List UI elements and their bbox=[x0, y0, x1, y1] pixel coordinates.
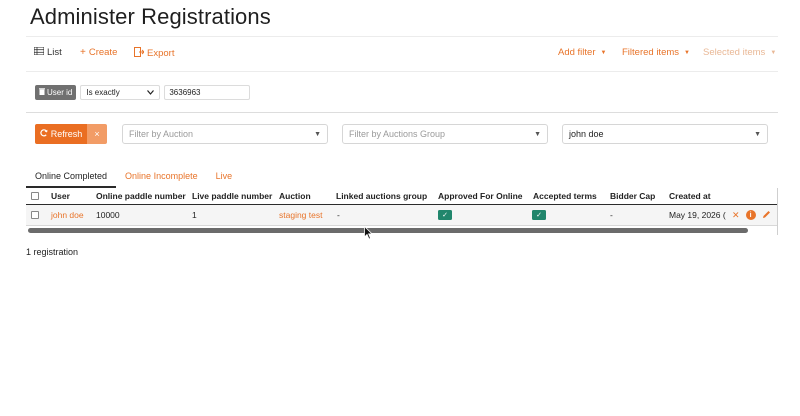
user-name-filter-value: john doe bbox=[569, 129, 604, 139]
filter-value-input[interactable]: 3636963 bbox=[164, 85, 251, 100]
column-header-online-paddle[interactable]: Online paddle number bbox=[96, 188, 186, 204]
row-checkbox[interactable] bbox=[31, 205, 39, 225]
online-paddle-cell: 10000 bbox=[96, 210, 120, 220]
approved-online-cell: ✓ bbox=[438, 205, 452, 225]
page-title: Administer Registrations bbox=[30, 4, 271, 29]
filter-panel: Refresh × Filter by Auction ▼ Filter by … bbox=[26, 114, 778, 154]
create-button[interactable]: + Create bbox=[80, 47, 117, 58]
check-icon: ✓ bbox=[438, 210, 452, 220]
linked-group-cell: - bbox=[337, 210, 340, 220]
user-name-filter-select[interactable]: john doe ▼ bbox=[562, 124, 768, 144]
accepted-terms-cell: ✓ bbox=[532, 205, 546, 225]
column-header-live-paddle[interactable]: Live paddle number bbox=[192, 188, 272, 204]
caret-down-icon: ▼ bbox=[754, 130, 761, 138]
tab-online-incomplete[interactable]: Online Incomplete bbox=[116, 168, 207, 188]
pencil-icon[interactable] bbox=[762, 210, 771, 221]
refresh-label: Refresh bbox=[50, 129, 83, 139]
auction-link[interactable]: staging test bbox=[279, 205, 322, 225]
create-label: Create bbox=[88, 47, 118, 58]
filtered-items-label: Filtered items bbox=[622, 47, 680, 58]
panel-divider bbox=[26, 112, 778, 113]
column-header-bidder-cap[interactable]: Bidder Cap bbox=[610, 188, 655, 204]
horizontal-scrollbar[interactable] bbox=[26, 226, 778, 234]
select-all-checkbox[interactable] bbox=[31, 188, 39, 204]
row-actions: ✕ i bbox=[732, 205, 777, 225]
auctions-group-filter-select[interactable]: Filter by Auctions Group ▼ bbox=[342, 124, 548, 144]
column-header-approved-online[interactable]: Approved For Online bbox=[438, 188, 523, 204]
column-header-accepted-terms[interactable]: Accepted terms bbox=[533, 188, 597, 204]
list-view-button[interactable]: List bbox=[33, 46, 62, 58]
caret-down-icon: ▼ bbox=[684, 49, 690, 56]
column-header-auction[interactable]: Auction bbox=[279, 188, 311, 204]
filter-operator-value: Is exactly bbox=[86, 88, 120, 97]
tab-online-completed[interactable]: Online Completed bbox=[26, 168, 117, 188]
clear-filters-button[interactable]: × bbox=[87, 124, 107, 144]
tab-live[interactable]: Live bbox=[207, 168, 242, 188]
scrollbar-thumb[interactable] bbox=[28, 228, 748, 233]
check-icon: ✓ bbox=[532, 210, 546, 220]
registration-tabs: Online Completed Online Incomplete Live bbox=[26, 168, 241, 188]
registration-count: 1 registration bbox=[26, 247, 79, 257]
add-filter-label: Add filter bbox=[558, 47, 596, 58]
info-icon[interactable]: i bbox=[745, 210, 756, 220]
selected-items-label: Selected items bbox=[703, 47, 766, 58]
export-icon bbox=[134, 47, 145, 60]
filtered-items-dropdown[interactable]: Filtered items ▼ bbox=[622, 47, 690, 58]
selected-items-dropdown[interactable]: Selected items ▼ bbox=[703, 47, 776, 58]
column-header-created-at[interactable]: Created at bbox=[669, 188, 711, 204]
close-icon[interactable]: ✕ bbox=[732, 210, 740, 221]
filter-operator-select[interactable]: Is exactly bbox=[80, 85, 161, 100]
filter-field-chip[interactable]: User id bbox=[35, 85, 77, 100]
column-header-linked-group[interactable]: Linked auctions group bbox=[336, 188, 427, 204]
caret-down-icon: ▼ bbox=[534, 130, 541, 138]
plus-icon: + bbox=[80, 47, 86, 58]
trash-icon bbox=[39, 88, 45, 97]
filter-row: User id Is exactly 3636963 bbox=[35, 85, 251, 100]
list-label: List bbox=[47, 47, 62, 58]
bidder-cap-cell: - bbox=[610, 210, 613, 220]
user-link[interactable]: john doe bbox=[51, 205, 84, 225]
column-header-user[interactable]: User bbox=[51, 188, 70, 204]
caret-down-icon: ▼ bbox=[600, 49, 607, 56]
filter-field-label: User id bbox=[47, 88, 73, 97]
auctions-group-filter-placeholder: Filter by Auctions Group bbox=[349, 129, 446, 139]
refresh-button[interactable]: Refresh bbox=[35, 124, 87, 144]
auction-filter-select[interactable]: Filter by Auction ▼ bbox=[122, 124, 328, 144]
list-icon bbox=[33, 46, 45, 58]
refresh-icon bbox=[40, 129, 48, 139]
live-paddle-cell: 1 bbox=[192, 210, 197, 220]
auction-filter-placeholder: Filter by Auction bbox=[129, 129, 194, 139]
created-at-cell: May 19, 2026 ( bbox=[669, 210, 726, 220]
caret-down-icon: ▼ bbox=[314, 130, 321, 138]
toolbar: List + Create Export Add filter ▼ Filter… bbox=[26, 36, 778, 72]
chevron-down-icon bbox=[147, 88, 155, 97]
caret-down-icon: ▼ bbox=[770, 49, 777, 56]
export-label: Export bbox=[147, 48, 175, 59]
add-filter-dropdown[interactable]: Add filter ▼ bbox=[558, 47, 606, 58]
table-row: john doe 10000 1 staging test - ✓ ✓ - Ma… bbox=[26, 205, 777, 226]
export-button[interactable]: Export bbox=[134, 47, 174, 60]
table-header: User Online paddle number Live paddle nu… bbox=[26, 188, 777, 205]
